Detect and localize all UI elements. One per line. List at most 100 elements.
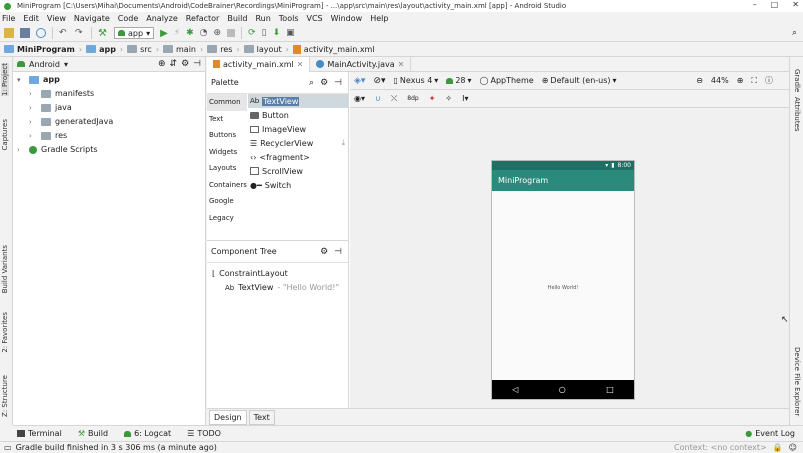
chevron-right-icon[interactable]: ›	[29, 118, 37, 126]
tool-tab-gradle[interactable]: Gradle	[793, 69, 801, 92]
download-icon[interactable]: ⤓	[341, 138, 345, 148]
palette-category[interactable]: Common	[207, 94, 247, 111]
chevron-right-icon[interactable]: ›	[29, 132, 37, 140]
theme-select[interactable]: ◯ AppTheme	[480, 76, 534, 85]
tree-node-gradle-scripts[interactable]: › Gradle Scripts	[17, 145, 98, 154]
tree-node-textview[interactable]: Ab TextView - "Hello World!"	[225, 283, 339, 292]
palette-item-imageview[interactable]: ImageView	[248, 122, 349, 136]
lock-icon[interactable]: 🔒	[773, 443, 783, 452]
menu-window[interactable]: Window	[331, 14, 363, 23]
zoom-in-icon[interactable]: ⊕	[737, 76, 744, 85]
layout-inspector-icon[interactable]: ▣	[286, 28, 295, 38]
tool-build[interactable]: ⚒ Build	[78, 429, 108, 438]
palette-category[interactable]: Text	[207, 111, 247, 128]
breadcrumb-item[interactable]: MiniProgram	[4, 45, 75, 54]
palette-category[interactable]: Buttons	[207, 127, 247, 144]
palette-category[interactable]: Widgets	[207, 144, 247, 161]
breadcrumb-item[interactable]: main	[163, 45, 196, 54]
apply-changes-icon[interactable]: ⚡	[174, 28, 180, 38]
tool-tab-attributes[interactable]: Attributes	[793, 97, 801, 132]
minimize-button[interactable]: –	[753, 0, 757, 9]
breadcrumb-item[interactable]: res	[207, 45, 232, 54]
menu-analyze[interactable]: Analyze	[146, 14, 178, 23]
menu-edit[interactable]: Edit	[23, 14, 39, 23]
make-project-icon[interactable]: ⚒	[98, 28, 108, 39]
eye-icon[interactable]: ◉▾	[354, 94, 365, 103]
profile-icon[interactable]: ◔	[200, 28, 208, 38]
tree-node-java[interactable]: › java	[29, 103, 72, 112]
tree-node-constraintlayout[interactable]: ⌊ ConstraintLayout	[212, 269, 288, 278]
menu-code[interactable]: Code	[118, 14, 138, 23]
gear-icon[interactable]: ⚙	[181, 59, 189, 69]
margin-value[interactable]: 8dp	[407, 95, 418, 102]
tab-design[interactable]: Design	[209, 409, 247, 425]
palette-category[interactable]: Layouts	[207, 160, 247, 177]
tab-mainactivity-java[interactable]: MainActivity.java ✕	[310, 56, 412, 72]
palette-item-textview[interactable]: Ab TextView	[248, 94, 349, 108]
tool-event-log[interactable]: ● Event Log	[745, 429, 795, 438]
breadcrumb-item[interactable]: app	[86, 45, 116, 54]
sync-icon[interactable]	[36, 28, 46, 38]
menu-tools[interactable]: Tools	[279, 14, 299, 23]
run-config-select[interactable]: app ▾	[114, 27, 155, 39]
palette-item-switch[interactable]: ●━ Switch	[248, 178, 349, 192]
device-select[interactable]: ▯ Nexus 4 ▾	[394, 76, 439, 85]
close-icon[interactable]: ✕	[398, 60, 405, 69]
menu-run[interactable]: Run	[255, 14, 270, 23]
collapse-all-icon[interactable]: ⇵	[170, 59, 178, 69]
gear-icon[interactable]: ⚙	[320, 247, 328, 257]
palette-item-fragment[interactable]: ‹› <fragment>	[248, 150, 349, 164]
breadcrumb-item[interactable]: src	[127, 45, 152, 54]
tool-tab-project[interactable]: 1: Project	[1, 63, 9, 96]
open-folder-icon[interactable]	[4, 28, 14, 38]
tree-node-manifests[interactable]: › manifests	[29, 89, 94, 98]
breadcrumb-item[interactable]: layout	[243, 45, 282, 54]
warning-icon[interactable]: ⓘ	[765, 75, 773, 86]
palette-item-button[interactable]: Button	[248, 108, 349, 122]
palette-item-scrollview[interactable]: ScrollView	[248, 164, 349, 178]
hello-textview[interactable]: Hello World!	[492, 285, 634, 291]
hide-panel-icon[interactable]: ⊣	[334, 78, 342, 88]
menu-help[interactable]: Help	[370, 14, 388, 23]
infer-constraints-icon[interactable]: ✦	[429, 94, 436, 103]
debug-icon[interactable]: ✱	[186, 28, 194, 38]
palette-item-recyclerview[interactable]: ☰ RecyclerView ⤓	[248, 136, 349, 150]
sync-gradle-icon[interactable]: ⟳	[248, 28, 256, 38]
close-icon[interactable]: ✕	[297, 60, 304, 69]
menu-view[interactable]: View	[47, 14, 66, 23]
avd-manager-icon[interactable]: ▯	[262, 28, 267, 38]
chevron-right-icon[interactable]: ›	[29, 90, 37, 98]
gear-icon[interactable]: ⚙	[320, 78, 328, 88]
tool-terminal[interactable]: Terminal	[17, 429, 62, 438]
hide-panel-icon[interactable]: ⊣	[334, 247, 342, 257]
palette-category[interactable]: Legacy	[207, 210, 247, 227]
stop-icon[interactable]	[227, 29, 236, 37]
wand-icon[interactable]: ✧	[445, 94, 452, 103]
project-view-select[interactable]: Android	[29, 60, 60, 69]
chevron-down-icon[interactable]: ▾	[64, 60, 68, 69]
sync-scroll-icon[interactable]: ⊕	[158, 59, 166, 69]
menu-vcs[interactable]: VCS	[307, 14, 323, 23]
chevron-right-icon[interactable]: ›	[17, 146, 25, 154]
menu-build[interactable]: Build	[227, 14, 247, 23]
close-button[interactable]: ✕	[792, 0, 799, 9]
tool-tab-device-file-explorer[interactable]: Device File Explorer	[793, 347, 801, 416]
maximize-button[interactable]: □	[771, 0, 779, 9]
hide-panel-icon[interactable]: ⊣	[193, 59, 201, 69]
tab-activity-main-xml[interactable]: activity_main.xml ✕	[207, 56, 311, 72]
menu-navigate[interactable]: Navigate	[74, 14, 110, 23]
run-icon[interactable]: ▶	[160, 28, 168, 39]
chevron-right-icon[interactable]: ›	[29, 104, 37, 112]
layers-icon[interactable]: ◈▾	[354, 76, 365, 86]
menu-file[interactable]: File	[2, 14, 15, 23]
menu-refactor[interactable]: Refactor	[186, 14, 220, 23]
redo-icon[interactable]: ↷	[75, 28, 85, 38]
tool-todo[interactable]: ☰ TODO	[187, 429, 221, 438]
tree-node-app[interactable]: ▾ app	[17, 75, 60, 84]
tool-tab-structure[interactable]: Z: Structure	[1, 375, 9, 417]
sdk-manager-icon[interactable]: ⬇	[273, 28, 281, 38]
palette-category[interactable]: Google	[207, 193, 247, 210]
breadcrumb-item[interactable]: activity_main.xml	[292, 44, 375, 54]
tree-node-generatedjava[interactable]: › generatedJava	[29, 117, 113, 126]
tree-node-res[interactable]: › res	[29, 131, 67, 140]
